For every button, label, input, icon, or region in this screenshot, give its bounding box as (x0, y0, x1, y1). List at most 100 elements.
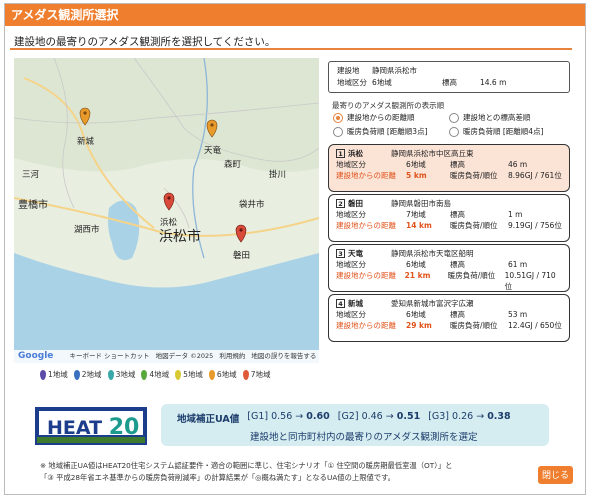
ua-title: 地域補正UA値 (177, 414, 240, 425)
distance-label: 建設地からの距離 (336, 221, 396, 230)
radio-icon (449, 126, 459, 137)
load-value: 8.96GJ / 761位 (508, 171, 562, 180)
station-number: 4 (336, 299, 345, 308)
ua-g1-value: 0.60 (306, 411, 330, 422)
google-logo: Google (18, 351, 54, 361)
station-number: 2 (336, 199, 345, 208)
station-number: 1 (336, 149, 345, 158)
station-name: 磐田 (348, 199, 363, 208)
region-label: 地域区分 (337, 78, 367, 87)
map-label-tenryu: 天竜 (204, 146, 222, 156)
radio-label: 建設地からの距離順 (347, 113, 415, 122)
map-label-hamamatsu-city: 浜松市 (159, 229, 201, 245)
station-address: 愛知県新城市富沢字広瀬 (391, 299, 474, 308)
station-card-3[interactable]: 3 天竜 静岡県浜松市天竜区船明 地域区分 6地域 標高 61 m 建設地からの距離 21 km… (328, 244, 570, 292)
map-terrain (14, 58, 319, 363)
map-label-toyohashi: 豊橋市 (18, 200, 48, 211)
legend-item: 3地域 (107, 369, 135, 380)
distance-label: 建設地からの距離 (336, 171, 396, 180)
legend-item: 6地域 (208, 369, 237, 380)
elevation-value: 1 m (508, 210, 523, 219)
ua-g3-value: 0.38 (487, 411, 511, 422)
sort-load4-radio[interactable]: 暖房負荷順 [距離順4点] (449, 126, 544, 137)
station-card-1[interactable]: 1 浜松 静岡県浜松市中区高丘東 地域区分 6地域 標高 46 m 建設地からの距離 5 km 暖… (328, 144, 570, 192)
site-info-box: 建設地 静岡県浜松市 地域区分 6地域 標高 14.6 m (328, 61, 570, 93)
map-pin-icon (141, 369, 148, 380)
sort-order-title: 最寄りのアメダス観測所の表示順 (332, 101, 445, 110)
load-value: 9.19GJ / 756位 (508, 221, 562, 230)
ua-g2: [G2] 0.46 → (337, 411, 397, 422)
map-label-morimachi: 森町 (224, 160, 242, 170)
load-label: 暖房負荷/順位 (450, 171, 498, 180)
station-name: 浜松 (348, 149, 363, 158)
map-footer: Google キーボード ショートカット 地図データ ©2025 利用規約 地図… (14, 350, 319, 363)
distance-value: 5 km (406, 171, 427, 180)
radio-label: 暖房負荷順 [距離順4点] (463, 127, 544, 136)
legend-item: 1地域 (40, 369, 68, 380)
station-address: 静岡県磐田市南島 (391, 199, 451, 208)
legend-label: 5地域 (183, 370, 203, 379)
map-pin-icon (242, 369, 249, 380)
distance-value: 14 km (406, 221, 432, 230)
map-view[interactable]: 新城 天竜 浜松 磐田 森町 豊橋市 袋井市 掛川 湖西市 浜松市 三河 Goo… (14, 58, 319, 363)
legend-item: 2地域 (73, 369, 102, 380)
heat-word: HEAT (47, 417, 103, 439)
elevation-label: 標高 (450, 260, 465, 269)
dialog-title: アメダス観測所選択 (5, 4, 585, 26)
ua-subtitle: 建設地と同市町村内の最寄りのアメダス観測所を選定 (250, 432, 478, 443)
heat20-logo: HEAT 20 (35, 407, 147, 445)
ua-g3: [G3] 0.26 → (428, 411, 488, 422)
map-shortcuts-link[interactable]: キーボード ショートカット (69, 352, 149, 360)
station-address: 静岡県浜松市天竜区船明 (391, 249, 474, 258)
sort-load3-radio[interactable]: 暖房負荷順 [距離順3点] (333, 126, 428, 137)
sort-distance-radio[interactable]: 建設地からの距離順 (333, 112, 415, 123)
station-name: 新城 (348, 299, 363, 308)
map-pin-icon (73, 369, 80, 380)
region-label: 地域区分 (336, 310, 366, 319)
legend-item: 4地域 (141, 369, 169, 380)
elevation-label: 標高 (450, 310, 465, 319)
region-label: 地域区分 (336, 210, 366, 219)
close-button[interactable]: 閉じる (538, 466, 573, 484)
station-card-4[interactable]: 4 新城 愛知県新城市富沢字広瀬 地域区分 6地域 標高 53 m 建設地からの距離 29 km… (328, 294, 570, 342)
sort-elevation-radio[interactable]: 建設地との標高差順 (449, 112, 530, 123)
region-legend: 1地域 2地域 3地域 4地域 5地域 6地域 7地域 (40, 369, 270, 380)
ua-value-box: 地域補正UA値 [G1] 0.56 → 0.60 [G2] 0.46 → 0.5… (161, 404, 549, 446)
station-name: 天竜 (348, 249, 363, 258)
distance-value: 21 km (404, 271, 431, 280)
station-card-2[interactable]: 2 磐田 静岡県磐田市南島 地域区分 7地域 標高 1 m 建設地からの距離 14 km 暖房負荷… (328, 194, 570, 242)
map-data-credit: 地図データ ©2025 (155, 352, 214, 360)
map-pin-icon (175, 369, 182, 380)
map-pin-icon (40, 369, 46, 380)
station-address: 静岡県浜松市中区高丘東 (391, 149, 474, 158)
distance-value: 29 km (406, 321, 432, 330)
elevation-value: 61 m (508, 260, 528, 269)
radio-checked-icon (333, 112, 343, 123)
elevation-label: 標高 (450, 160, 465, 169)
elevation-label: 標高 (442, 78, 457, 87)
region-value: 6地域 (406, 310, 426, 319)
load-value: 10.51GJ / 710位 (504, 271, 556, 291)
map-terms-link[interactable]: 利用規約 (219, 352, 245, 360)
map-label-iwata: 磐田 (233, 251, 251, 261)
map-report-link[interactable]: 地図の誤りを報告する (251, 352, 316, 360)
footnote: ※ 地域補正UA値はHEAT20住宅システム認証要件・適合の範囲に準じ、住宅シナ… (40, 460, 452, 484)
radio-icon (449, 112, 459, 123)
elevation-value: 53 m (508, 310, 528, 319)
region-value: 6地域 (406, 160, 426, 169)
load-label: 暖房負荷/順位 (450, 321, 498, 330)
footnote-line: 「③ 平成28年省エネ基準からの暖房負荷削減率」の計算結果が「◎概ね満たす」とな… (40, 473, 395, 482)
region-value: 6地域 (406, 260, 426, 269)
load-value: 12.4GJ / 650位 (508, 321, 562, 330)
legend-label: 7地域 (250, 370, 271, 379)
site-label: 建設地 (337, 66, 360, 75)
region-value: 6地域 (372, 78, 392, 87)
map-label-kosai: 湖西市 (74, 225, 100, 235)
legend-item: 7地域 (242, 369, 271, 380)
region-value: 7地域 (406, 210, 426, 219)
radio-label: 暖房負荷順 [距離順3点] (347, 127, 428, 136)
map-label-shinshiro: 新城 (77, 137, 95, 147)
radio-icon (333, 126, 343, 137)
footnote-line: ※ 地域補正UA値はHEAT20住宅システム認証要件・適合の範囲に準じ、住宅シナ… (40, 461, 453, 470)
legend-label: 2地域 (81, 370, 102, 379)
